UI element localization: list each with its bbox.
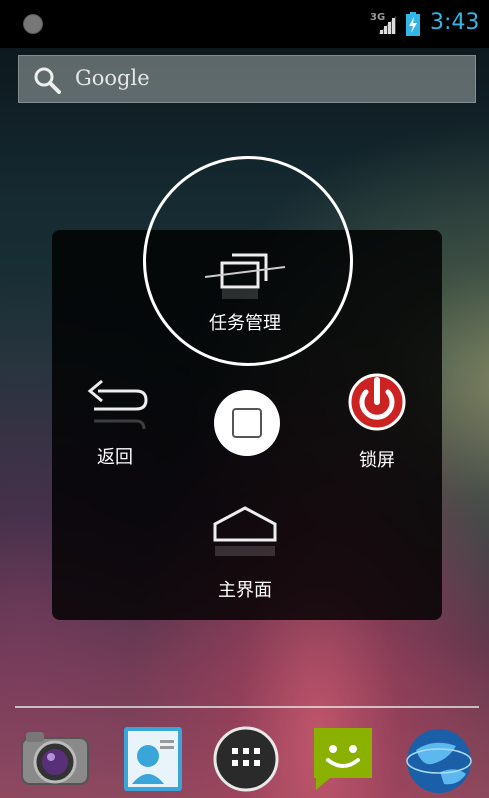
notification-dot-icon — [23, 14, 43, 34]
task-manager-label: 任务管理 — [209, 313, 281, 334]
signal-icon — [378, 16, 396, 34]
contacts-icon[interactable] — [118, 724, 188, 794]
recent-apps-icon — [204, 253, 286, 299]
home-icon — [213, 506, 277, 556]
task-manager-button[interactable]: 任务管理 — [190, 247, 300, 335]
browser-globe-icon[interactable] — [404, 724, 474, 794]
dock-divider — [15, 706, 479, 708]
back-label: 返回 — [97, 447, 133, 468]
power-icon — [348, 373, 406, 431]
back-arrow-icon — [87, 379, 148, 430]
lock-screen-button[interactable]: 锁屏 — [337, 368, 417, 472]
battery-charging-icon — [406, 12, 420, 36]
all-apps-icon[interactable] — [211, 724, 281, 794]
messaging-icon[interactable] — [308, 724, 378, 794]
google-search-bar[interactable]: Google — [18, 55, 476, 103]
home-label: 主界面 — [218, 580, 272, 601]
lock-screen-label: 锁屏 — [359, 450, 395, 471]
back-button[interactable]: 返回 — [75, 375, 155, 469]
home-button[interactable]: 主界面 — [190, 500, 300, 602]
clock[interactable]: 3:43 — [430, 10, 479, 35]
search-icon — [34, 67, 61, 94]
search-label: Google — [75, 66, 150, 90]
status-bar: 3G 3:43 — [0, 0, 489, 48]
camera-icon[interactable] — [20, 724, 90, 794]
center-toggle-button[interactable] — [214, 390, 280, 456]
square-icon — [232, 408, 262, 438]
